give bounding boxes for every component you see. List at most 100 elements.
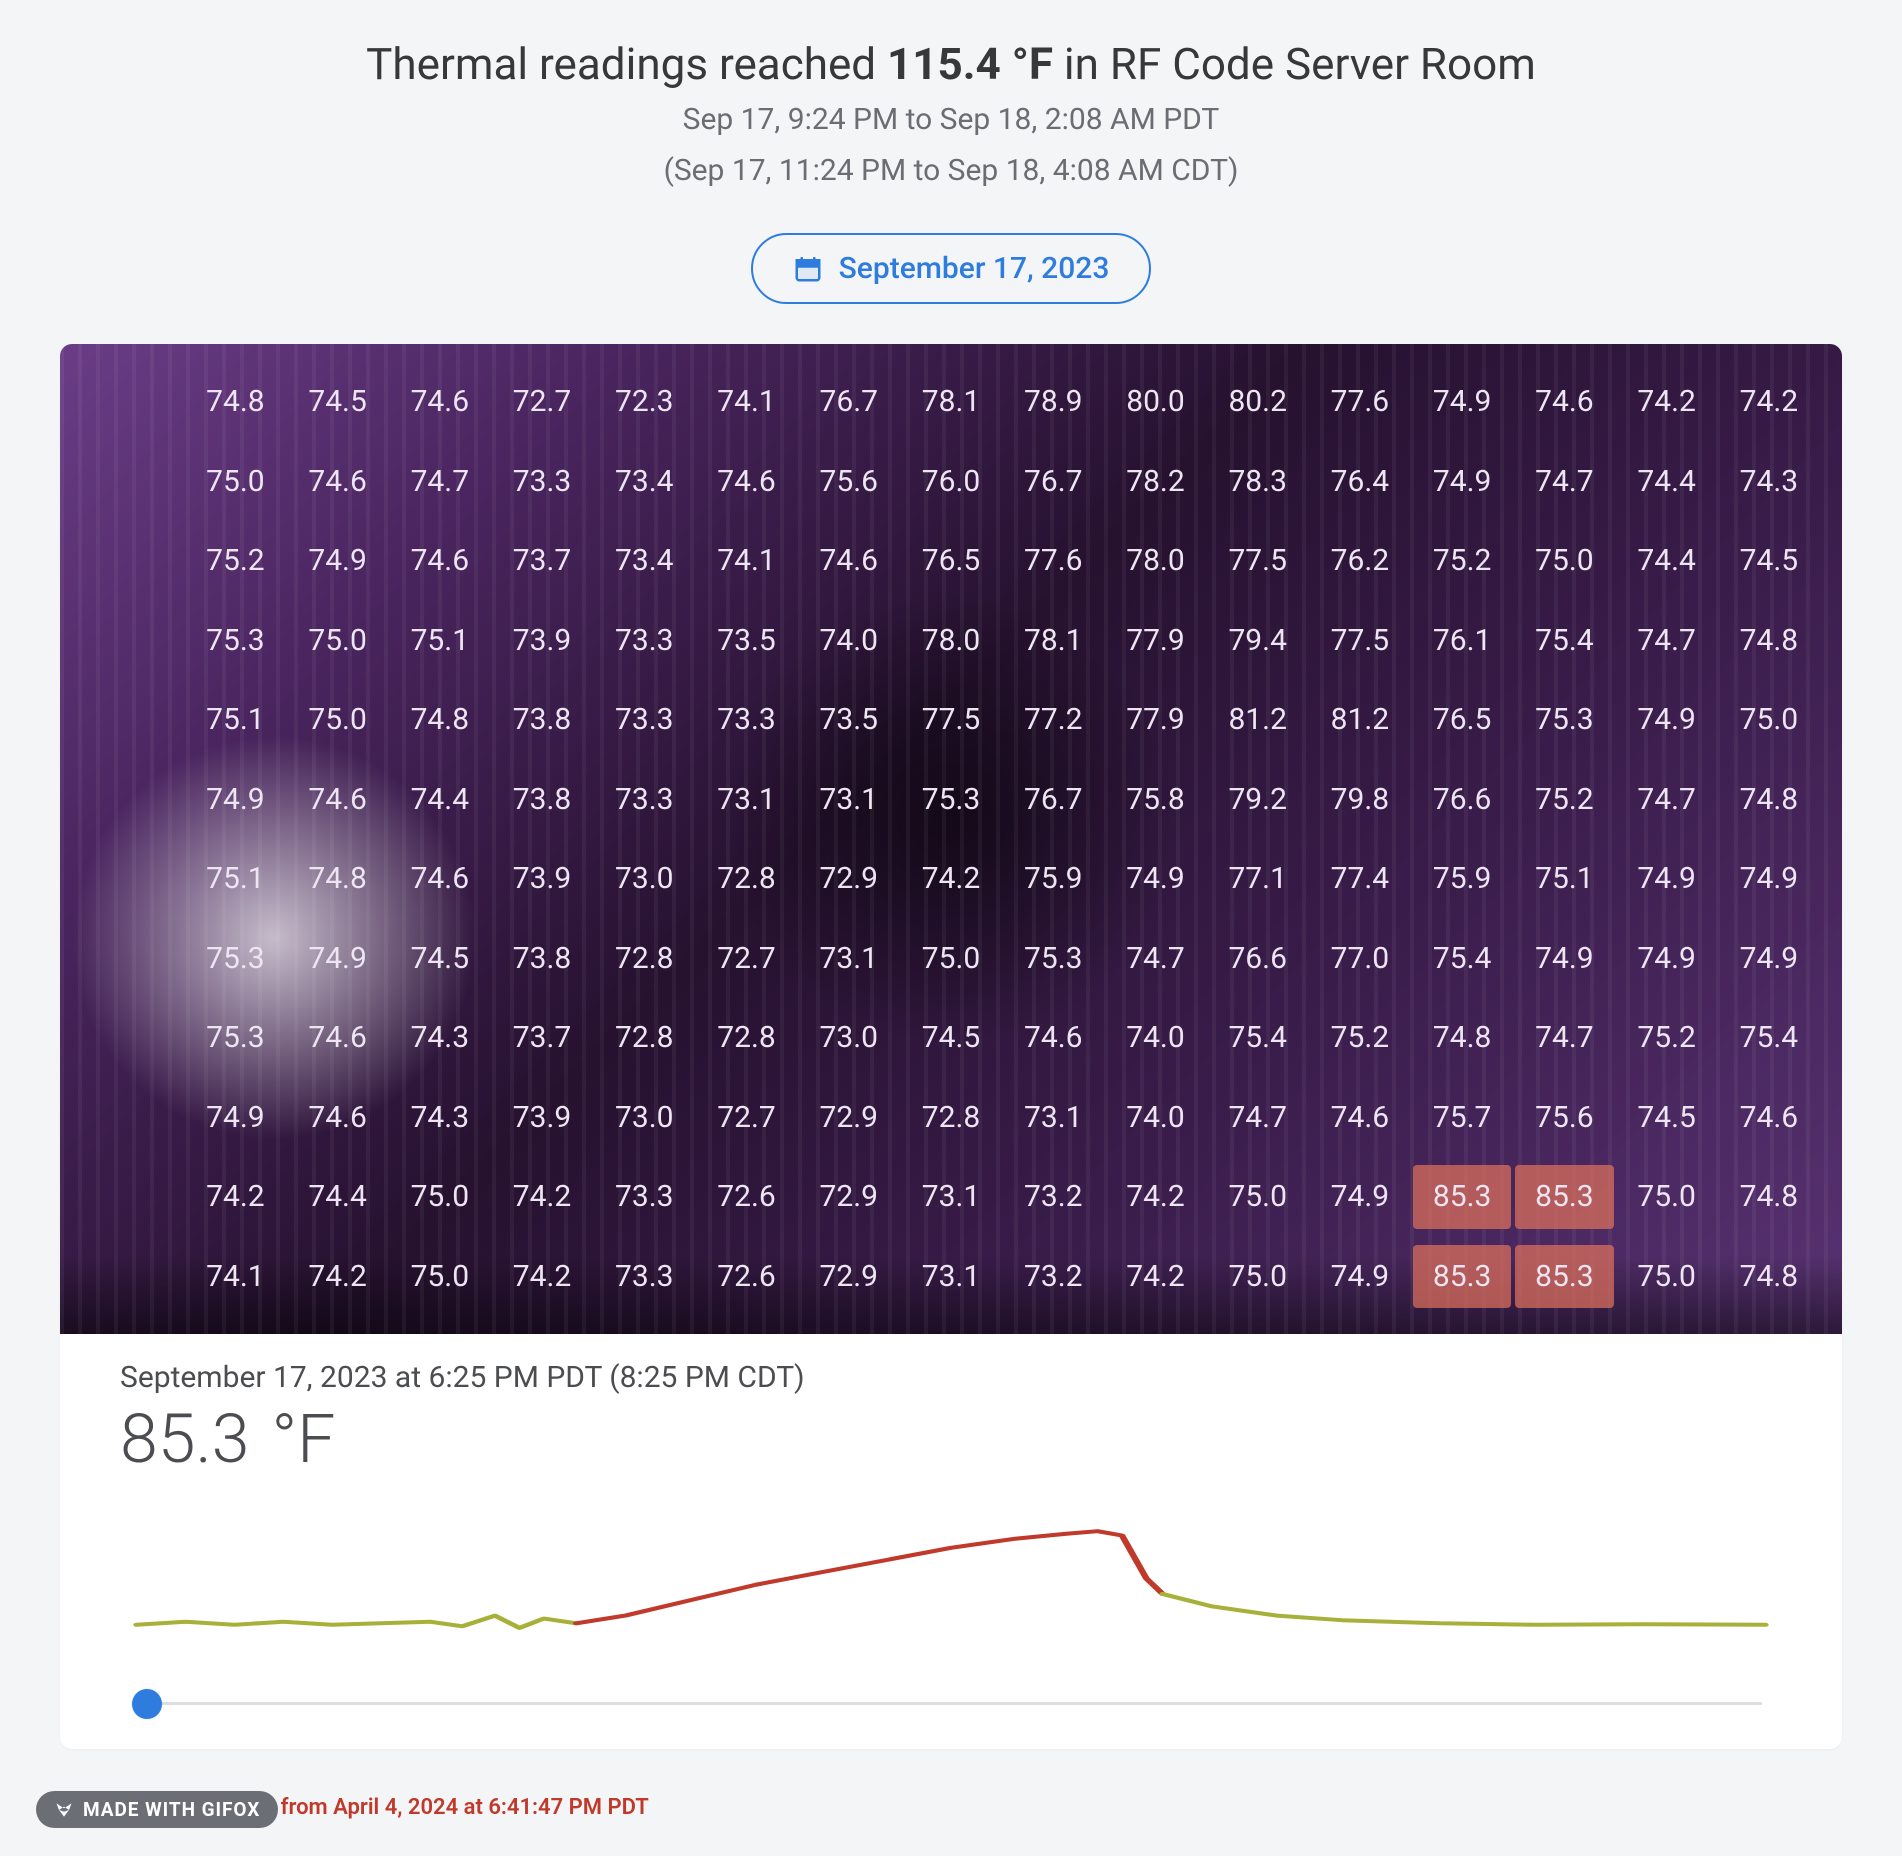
thermal-cell: 73.1: [695, 760, 797, 840]
thermal-cell: 74.8: [184, 362, 286, 442]
thermal-cell: 76.7: [1002, 760, 1104, 840]
thermal-cell: 74.9: [1616, 680, 1718, 760]
thermal-cell: [82, 680, 184, 760]
thermal-cell: 78.3: [1207, 442, 1309, 522]
thermal-cell: 74.0: [798, 601, 900, 681]
badge-label: MADE WITH GIFOX: [83, 1798, 260, 1821]
thermal-cell: 75.0: [1207, 1237, 1309, 1317]
thermal-cell: 75.8: [1104, 760, 1206, 840]
thermal-cell: 74.2: [1616, 362, 1718, 442]
reading-unit: °F: [271, 1399, 335, 1479]
thermal-cell: 74.3: [389, 1078, 491, 1158]
thermal-cell: [82, 839, 184, 919]
thermal-cell: 75.9: [1411, 839, 1513, 919]
thermal-cell: 78.2: [1104, 442, 1206, 522]
thermal-cell: 75.1: [1513, 839, 1615, 919]
thermal-cell: 73.3: [593, 760, 695, 840]
thermal-cell: 75.2: [1616, 998, 1718, 1078]
thermal-cell: 76.5: [900, 521, 1002, 601]
thermal-cell: 74.9: [1411, 442, 1513, 522]
thermal-cell: [82, 760, 184, 840]
thermal-cell: 74.3: [1718, 442, 1820, 522]
thermal-cell: 74.6: [286, 998, 388, 1078]
thermal-cell: 75.1: [184, 839, 286, 919]
thermal-cell: 73.3: [593, 601, 695, 681]
thermal-cell: 73.5: [798, 680, 900, 760]
thermal-cell: 74.6: [286, 442, 388, 522]
headline-value: 115.4 °F: [887, 38, 1053, 90]
headline-prefix: Thermal readings reached: [366, 38, 887, 90]
thermal-cell: 74.6: [389, 362, 491, 442]
reading-number: 85.3: [120, 1399, 249, 1479]
thermal-cell: 74.8: [286, 839, 388, 919]
thermal-cell: 78.9: [1002, 362, 1104, 442]
thermal-cell: 74.9: [1411, 362, 1513, 442]
thermal-cell: [82, 521, 184, 601]
thermal-cell: 73.8: [491, 680, 593, 760]
thermal-cell: 74.8: [1718, 601, 1820, 681]
thermal-cell: 77.1: [1207, 839, 1309, 919]
thermal-cell: 76.0: [900, 442, 1002, 522]
thermal-cell: 72.8: [593, 919, 695, 999]
thermal-cell: 72.6: [695, 1157, 797, 1237]
thermal-cell: 79.8: [1309, 760, 1411, 840]
thermal-cell: 73.7: [491, 998, 593, 1078]
thermal-cell: 72.8: [900, 1078, 1002, 1158]
thermal-cell: 75.0: [286, 601, 388, 681]
date-picker-button[interactable]: September 17, 2023: [751, 233, 1152, 304]
thermal-cell: 72.3: [593, 362, 695, 442]
thermal-cell: 74.9: [184, 1078, 286, 1158]
scrubber-handle[interactable]: [132, 1689, 162, 1719]
thermal-cell: 72.7: [695, 1078, 797, 1158]
thermal-cell: 74.2: [1104, 1237, 1206, 1317]
thermal-cell: 73.3: [593, 1237, 695, 1317]
thermal-cell: [82, 601, 184, 681]
thermal-cell: 74.4: [1616, 521, 1718, 601]
thermal-cell: [82, 442, 184, 522]
timeline-scrubber[interactable]: [120, 1689, 1762, 1719]
thermal-cell: 74.9: [286, 919, 388, 999]
thermal-cell: 74.4: [1616, 442, 1718, 522]
thermal-cell: 76.1: [1411, 601, 1513, 681]
thermal-cell: 74.8: [1718, 1157, 1820, 1237]
thermal-cell: 74.9: [1616, 839, 1718, 919]
thermal-cell: 75.2: [1309, 998, 1411, 1078]
chart-svg: [120, 1509, 1782, 1679]
thermal-cell: [82, 998, 184, 1078]
thermal-cell: 72.8: [695, 998, 797, 1078]
thermal-cell: 75.3: [1002, 919, 1104, 999]
thermal-image-grid: 74.874.574.672.772.374.176.778.178.980.0…: [60, 344, 1842, 1334]
thermal-cell: 77.6: [1309, 362, 1411, 442]
thermal-cell: [82, 1237, 184, 1317]
thermal-cell: 74.8: [1411, 998, 1513, 1078]
thermal-cell: 74.5: [1616, 1078, 1718, 1158]
thermal-cell: 77.5: [900, 680, 1002, 760]
thermal-cell: [82, 919, 184, 999]
thermal-cell: 79.2: [1207, 760, 1309, 840]
thermal-cell: [82, 362, 184, 442]
thermal-cell: 73.8: [491, 919, 593, 999]
thermal-cell: 74.7: [389, 442, 491, 522]
thermal-cell: 77.9: [1104, 601, 1206, 681]
thermal-cell: 74.7: [1104, 919, 1206, 999]
thermal-cell: 72.9: [798, 1078, 900, 1158]
thermal-cell: 75.0: [1207, 1157, 1309, 1237]
thermal-cell: 75.0: [900, 919, 1002, 999]
thermal-cell: 75.1: [389, 601, 491, 681]
made-with-badge[interactable]: MADE WITH GIFOX: [36, 1791, 278, 1828]
thermal-cell: 74.6: [1002, 998, 1104, 1078]
thermal-cell: 74.4: [286, 1157, 388, 1237]
thermal-cell: 75.4: [1411, 919, 1513, 999]
calendar-icon: [793, 254, 823, 284]
thermal-cell: 85.3: [1411, 1157, 1513, 1237]
thermal-cell: 77.9: [1104, 680, 1206, 760]
thermal-cell: 73.0: [593, 839, 695, 919]
thermal-cell: 74.2: [286, 1237, 388, 1317]
thermal-cell: 74.6: [389, 839, 491, 919]
thermal-cell: 76.7: [798, 362, 900, 442]
reading-value: 85.3 °F: [120, 1399, 1782, 1479]
thermal-cell: 74.2: [491, 1237, 593, 1317]
thermal-cell: 75.0: [1616, 1157, 1718, 1237]
date-picker-label: September 17, 2023: [839, 251, 1110, 286]
thermal-cell: 75.4: [1513, 601, 1615, 681]
